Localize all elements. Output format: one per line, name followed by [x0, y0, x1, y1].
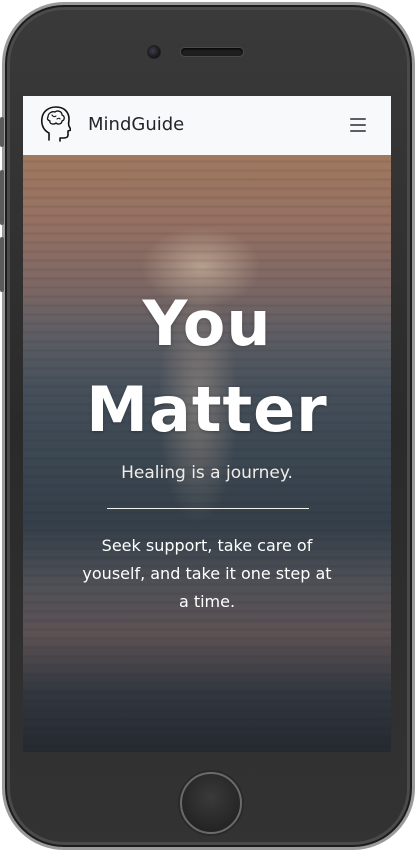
hero-body-text: Seek support, take care of youself, and … [82, 536, 332, 611]
brand-name[interactable]: MindGuide [88, 114, 184, 135]
menu-bar [350, 130, 366, 132]
volume-down-button [0, 237, 4, 292]
menu-bar [350, 124, 366, 126]
earpiece-speaker [181, 48, 243, 56]
hero-subtitle: Healing is a journey. [121, 463, 293, 483]
brain-head-icon[interactable] [39, 106, 71, 142]
volume-up-button [0, 170, 4, 225]
navbar: MindGuide [23, 96, 391, 155]
hero-title-line-2: Matter [86, 373, 328, 446]
hamburger-menu-icon[interactable] [345, 112, 371, 138]
mute-switch [0, 117, 4, 147]
menu-bar [350, 118, 366, 120]
front-camera [147, 45, 161, 59]
hero-overlay [23, 155, 391, 752]
home-button[interactable] [180, 772, 242, 834]
app-screen: MindGuide You Matter Healing is a journe… [23, 96, 391, 752]
hero-divider [107, 508, 309, 509]
hero-title-line-1: You [142, 287, 272, 360]
hero-section: You Matter Healing is a journey. Seek su… [23, 155, 391, 752]
